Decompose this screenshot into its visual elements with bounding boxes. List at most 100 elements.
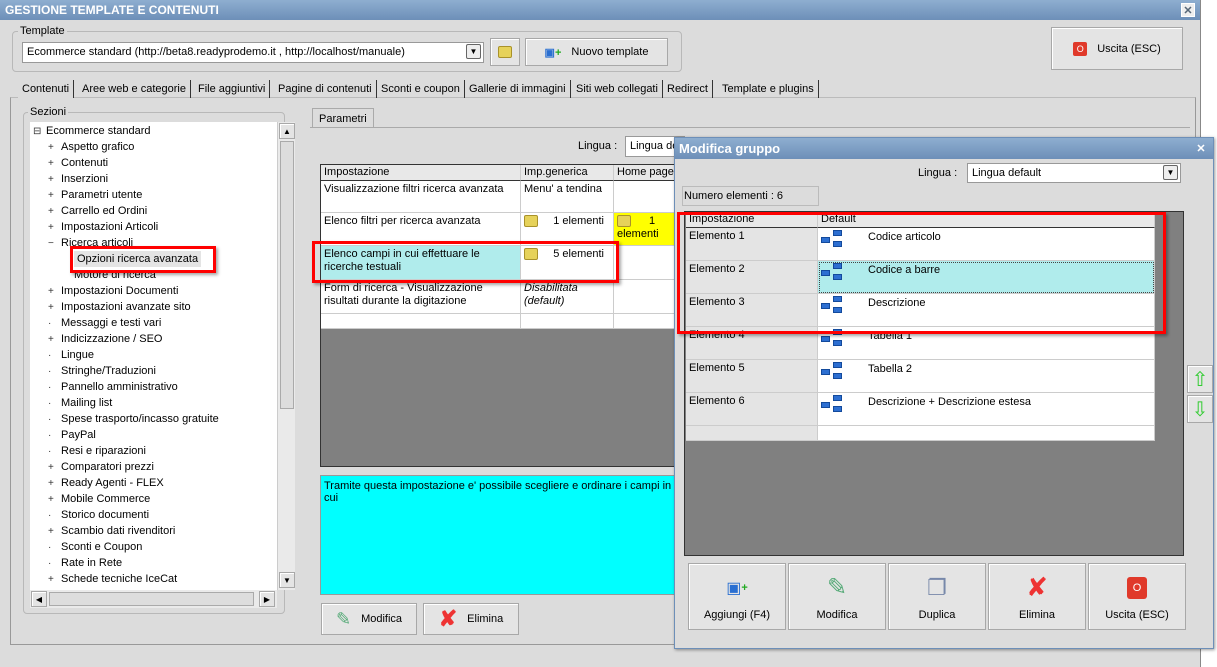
tab-parametri[interactable]: Parametri bbox=[312, 108, 374, 128]
sections-tree[interactable]: ⊟ Ecommerce standard + Aspetto grafico + Con… bbox=[30, 122, 277, 590]
dialog-button-modifica[interactable]: ✎ Modifica bbox=[788, 563, 886, 630]
tab-redirect[interactable]: Redirect bbox=[663, 80, 713, 98]
move-down-button[interactable]: ⇩ bbox=[1187, 395, 1213, 423]
expand-icon: + bbox=[48, 142, 54, 153]
tab-contenuti[interactable]: Contenuti bbox=[18, 80, 75, 98]
tree-item[interactable]: · Messaggi e testi vari bbox=[48, 315, 161, 331]
tree-item[interactable]: · Lingue bbox=[48, 347, 94, 363]
tree-item[interactable]: · Resi e riparazioni bbox=[48, 443, 146, 459]
element-name[interactable]: Elemento 5 bbox=[686, 360, 818, 393]
tree-item[interactable]: · Storico documenti bbox=[48, 507, 149, 523]
scroll-thumb[interactable] bbox=[280, 141, 294, 409]
setting-generic[interactable]: Disabilitata (default) bbox=[521, 280, 614, 314]
tree-item[interactable]: + Ready Agenti - FLEX bbox=[48, 475, 164, 491]
tree-item[interactable]: · Spese trasporto/incasso gratuite bbox=[48, 411, 219, 427]
folder-icon bbox=[498, 46, 512, 58]
tree-item[interactable]: + Carrello ed Ordini bbox=[48, 203, 147, 219]
delete-button[interactable]: ✘ Elimina bbox=[423, 603, 519, 635]
tree-item[interactable]: + Aspetto grafico bbox=[48, 139, 134, 155]
template-select-value: Ecommerce standard (http://beta8.readypr… bbox=[27, 46, 405, 58]
tree-line-icon: · bbox=[48, 430, 52, 441]
tab-sconti-e-coupon[interactable]: Sconti e coupon bbox=[377, 80, 465, 98]
tree-root[interactable]: ⊟ Ecommerce standard bbox=[33, 123, 151, 139]
tree-line-icon: · bbox=[48, 510, 52, 521]
new-template-button[interactable]: ▣+ Nuovo template bbox=[525, 38, 668, 66]
tree-item[interactable]: + Impostazioni Documenti bbox=[48, 283, 178, 299]
tab-gallerie-di-immagini[interactable]: Gallerie di immagini bbox=[465, 80, 571, 98]
delete-icon: ✘ bbox=[1026, 572, 1048, 602]
setting-generic[interactable]: Menu' a tendina bbox=[521, 181, 614, 213]
tree-line-icon: · bbox=[48, 446, 52, 457]
tree-item-label: Lingue bbox=[61, 349, 95, 361]
setting-name[interactable]: Form di ricerca - Visualizzazione risult… bbox=[321, 280, 521, 314]
open-folder-button[interactable] bbox=[490, 38, 520, 66]
expand-icon: + bbox=[48, 526, 54, 537]
description-text: Tramite questa impostazione e' possibile… bbox=[324, 480, 672, 504]
tree-item[interactable]: · PayPal bbox=[48, 427, 96, 443]
expand-icon: + bbox=[48, 494, 54, 505]
tree-item[interactable]: + Contenuti bbox=[48, 155, 108, 171]
element-value[interactable]: Tabella 2 bbox=[818, 360, 1155, 393]
element-name[interactable]: Elemento 6 bbox=[686, 393, 818, 426]
tree-item[interactable]: + Impostazioni Articoli bbox=[48, 219, 158, 235]
tree-item[interactable]: + Schede tecniche IceCat bbox=[48, 571, 177, 587]
template-select[interactable]: Ecommerce standard (http://beta8.readypr… bbox=[22, 42, 484, 63]
tree-item-label: Storico documenti bbox=[61, 509, 150, 521]
scroll-thumb-horizontal[interactable] bbox=[49, 592, 254, 606]
dialog-button-duplica[interactable]: ❐ Duplica bbox=[888, 563, 986, 630]
tree-item[interactable]: · Pannello amministrativo bbox=[48, 379, 178, 395]
tree-item[interactable]: · Rate in Rete bbox=[48, 555, 122, 571]
tree-item[interactable]: · Sconti e Coupon bbox=[48, 539, 142, 555]
tab-file-aggiuntivi[interactable]: File aggiuntivi bbox=[194, 80, 271, 98]
tree-item-label: Comparatori prezzi bbox=[61, 461, 154, 473]
tree-item-label: Impostazioni Articoli bbox=[61, 221, 159, 233]
tree-item-label: Inserzioni bbox=[61, 173, 109, 185]
element-value[interactable]: Descrizione + Descrizione estesa bbox=[818, 393, 1155, 426]
tree-line-icon: · bbox=[48, 382, 52, 393]
element-count: Numero elementi : 6 bbox=[682, 186, 819, 206]
dialog-close-icon[interactable]: ✕ bbox=[1194, 142, 1208, 156]
tab-siti-web-collegati[interactable]: Siti web collegati bbox=[572, 80, 663, 98]
dialog-button-label: Duplica bbox=[918, 608, 956, 621]
scroll-right-button[interactable]: ▶ bbox=[259, 591, 275, 607]
tree-item[interactable]: + Impostazioni avanzate sito bbox=[48, 299, 191, 315]
tree-line-icon: · bbox=[48, 558, 52, 569]
tree-item[interactable]: · Stringhe/Traduzioni bbox=[48, 363, 156, 379]
highlight-box-tree bbox=[70, 246, 216, 273]
dialog-button-elimina[interactable]: ✘ Elimina bbox=[988, 563, 1086, 630]
tab-aree-web-e-categorie[interactable]: Aree web e categorie bbox=[78, 80, 191, 98]
scroll-down-button[interactable]: ▼ bbox=[279, 572, 295, 588]
column-header[interactable]: Impostazione bbox=[321, 165, 521, 181]
tree-item[interactable]: + Inserzioni bbox=[48, 171, 108, 187]
params-grid: Impostazione Imp.generica Home page Visuali… bbox=[320, 164, 684, 467]
element-value-text: Descrizione + Descrizione estesa bbox=[868, 396, 1031, 408]
dialog-button-uscita-esc[interactable]: O Uscita (ESC) bbox=[1088, 563, 1186, 630]
tree-horizontal-scrollbar[interactable]: ◀ ▶ bbox=[30, 590, 277, 608]
lingua-label: Lingua : bbox=[578, 140, 618, 152]
element-value-text: Tabella 2 bbox=[868, 363, 913, 375]
tab-pagine-di-contenuti[interactable]: Pagine di contenuti bbox=[274, 80, 377, 98]
column-header[interactable]: Imp.generica bbox=[521, 165, 614, 181]
scroll-left-button[interactable]: ◀ bbox=[31, 591, 47, 607]
tab-template-e-plugins[interactable]: Template e plugins bbox=[718, 80, 819, 98]
arrow-up-icon: ⇧ bbox=[1191, 368, 1209, 391]
tree-item[interactable]: + Parametri utente bbox=[48, 187, 142, 203]
tree-item[interactable]: + Scambio dati rivenditori bbox=[48, 523, 175, 539]
exit-button[interactable]: O Uscita (ESC) bbox=[1051, 27, 1183, 70]
empty-row bbox=[521, 314, 614, 329]
close-icon[interactable]: ✕ bbox=[1181, 3, 1195, 17]
tree-item[interactable]: + Indicizzazione / SEO bbox=[48, 331, 163, 347]
setting-name[interactable]: Visualizzazione filtri ricerca avanzata bbox=[321, 181, 521, 213]
tree-line-icon: · bbox=[48, 542, 52, 553]
move-up-button[interactable]: ⇧ bbox=[1187, 365, 1213, 393]
tree-line-icon: · bbox=[48, 398, 52, 409]
dialog-button-aggiungi-f4[interactable]: ▣ + Aggiungi (F4) bbox=[688, 563, 786, 630]
edit-button[interactable]: ✎ Modifica bbox=[321, 603, 417, 635]
tree-vertical-scrollbar[interactable]: ▲ ▼ bbox=[277, 122, 295, 590]
tree-item[interactable]: + Mobile Commerce bbox=[48, 491, 150, 507]
tree-item[interactable]: · Mailing list bbox=[48, 395, 112, 411]
dialog-title: Modifica gruppo bbox=[679, 141, 781, 156]
dialog-lingua-select[interactable]: Lingua default ▼ bbox=[967, 163, 1181, 183]
scroll-up-button[interactable]: ▲ bbox=[279, 123, 295, 139]
tree-item[interactable]: + Comparatori prezzi bbox=[48, 459, 154, 475]
